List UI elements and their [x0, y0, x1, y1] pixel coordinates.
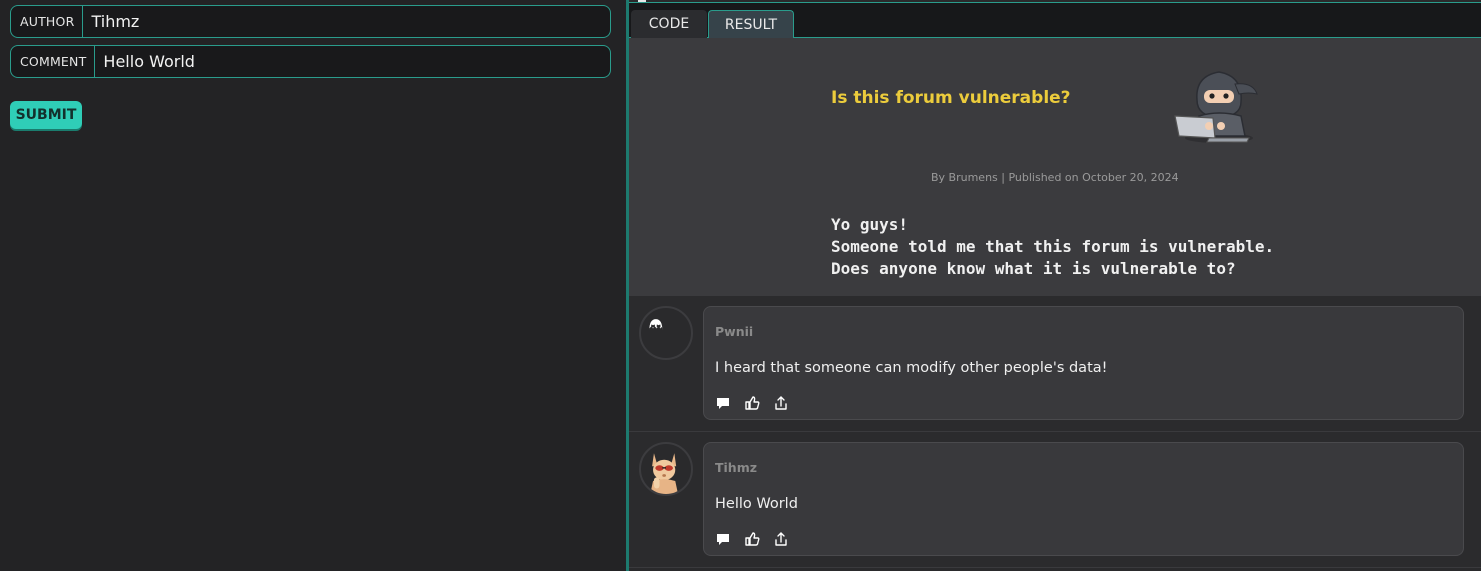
forum-post: Is this forum vulnerable? By Brumens | P… — [629, 38, 1481, 296]
tab-result[interactable]: RESULT — [708, 10, 794, 38]
comment-form-panel: AUTHOR COMMENT SUBMIT — [0, 0, 626, 571]
post-meta: By Brumens | Published on October 20, 20… — [931, 171, 1179, 184]
submit-button[interactable]: SUBMIT — [10, 101, 82, 129]
comment-actions — [715, 395, 789, 411]
comment-author: Pwnii — [715, 324, 754, 339]
share-icon[interactable] — [773, 531, 789, 547]
share-icon[interactable] — [773, 395, 789, 411]
ghost-avatar-icon — [639, 306, 693, 360]
comment-text: Hello World — [715, 496, 798, 512]
comment-row: Tihmz Hello World — [629, 432, 1481, 568]
author-label: AUTHOR — [11, 6, 84, 37]
comment-label: COMMENT — [11, 46, 96, 77]
author-field: AUTHOR — [10, 5, 611, 38]
comment-text: I heard that someone can modify other pe… — [715, 360, 1108, 376]
comment-input[interactable] — [95, 46, 610, 77]
reply-icon[interactable] — [715, 531, 731, 547]
comment-author: Tihmz — [715, 460, 758, 475]
post-title: Is this forum vulnerable? — [831, 88, 1071, 108]
like-icon[interactable] — [744, 395, 760, 411]
cool-cat-avatar-icon — [639, 442, 693, 496]
like-icon[interactable] — [744, 531, 760, 547]
author-input[interactable] — [83, 6, 610, 37]
comment-field: COMMENT — [10, 45, 611, 78]
comment-row: Pwnii I heard that someone can modify ot… — [629, 296, 1481, 432]
comment-actions — [715, 531, 789, 547]
post-body: Yo guys! Someone told me that this forum… — [831, 215, 1275, 278]
comment-card: Tihmz Hello World — [703, 442, 1464, 556]
comment-card: Pwnii I heard that someone can modify ot… — [703, 306, 1464, 420]
ninja-mascot-icon — [1174, 71, 1258, 143]
tab-code[interactable]: CODE — [631, 10, 707, 38]
tab-bar: CODE RESULT — [629, 2, 1481, 38]
reply-icon[interactable] — [715, 395, 731, 411]
preview-panel: CODE RESULT Is this forum vulnerable? By… — [629, 0, 1481, 571]
